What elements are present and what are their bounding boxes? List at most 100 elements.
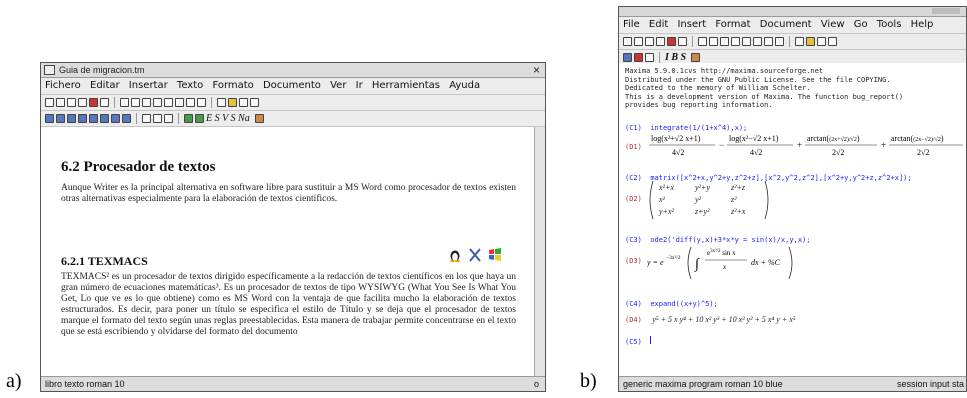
image-icon[interactable] <box>806 37 815 46</box>
split-icon[interactable] <box>645 53 654 62</box>
interrupt-icon[interactable] <box>634 53 643 62</box>
panel-label-b: b) <box>580 370 597 392</box>
copy-icon[interactable] <box>709 37 718 46</box>
pen-icon[interactable] <box>817 37 826 46</box>
menu-ver[interactable]: Ver <box>330 80 346 91</box>
input-prompt: (C4) <box>625 300 642 308</box>
menu-help[interactable]: Help <box>911 19 934 30</box>
input-expression[interactable]: expand((x+y)^5); <box>650 300 717 308</box>
replace-icon[interactable] <box>164 98 173 107</box>
text-cursor <box>650 335 652 344</box>
toolbar-separator <box>178 113 179 124</box>
open-icon[interactable] <box>634 37 643 46</box>
print-icon[interactable] <box>78 98 87 107</box>
frame-icon[interactable] <box>828 37 837 46</box>
table-format-icon[interactable] <box>195 114 204 123</box>
new-document-icon[interactable] <box>45 98 54 107</box>
paragraph-icon[interactable] <box>78 114 87 123</box>
numbered-list-icon[interactable] <box>153 114 162 123</box>
menu-fichero[interactable]: Fichero <box>45 80 81 91</box>
subsection-heading: 6.2.1 TEXMACS <box>61 254 148 268</box>
svg-text:x: x <box>722 263 727 271</box>
menu-insertar[interactable]: Insertar <box>129 80 168 91</box>
menu-format[interactable]: Format <box>715 19 750 30</box>
menu-bar: Fichero Editar Insertar Texto Formato Do… <box>41 78 545 95</box>
close-document-icon[interactable] <box>100 98 109 107</box>
menu-document[interactable]: Document <box>760 19 812 30</box>
menu-edit[interactable]: Edit <box>649 19 668 30</box>
toolbar-separator <box>136 113 137 124</box>
insert-icon[interactable] <box>184 114 193 123</box>
style-icon[interactable] <box>45 114 54 123</box>
close-icon[interactable]: × <box>533 63 540 77</box>
input-line-c5[interactable]: (C5) <box>625 331 652 349</box>
cut-icon[interactable] <box>698 37 707 46</box>
align-left-icon[interactable] <box>89 114 98 123</box>
menu-file[interactable]: File <box>623 19 640 30</box>
stop-icon[interactable] <box>667 37 676 46</box>
menu-texto[interactable]: Texto <box>177 80 203 91</box>
table-icon[interactable] <box>217 98 226 107</box>
matrix-cell: y+x² <box>658 207 675 216</box>
menu-documento[interactable]: Documento <box>263 80 321 91</box>
paste-icon[interactable] <box>142 98 151 107</box>
cut-icon[interactable] <box>120 98 129 107</box>
copy-icon[interactable] <box>131 98 140 107</box>
font-style-buttons[interactable]: I B S <box>665 52 686 63</box>
font-style-buttons[interactable]: E S V S Na <box>206 113 250 124</box>
matrix-cell: y² <box>694 195 702 204</box>
bullet-list-icon[interactable] <box>142 114 151 123</box>
paste-icon[interactable] <box>720 37 729 46</box>
align-center-icon[interactable] <box>100 114 109 123</box>
output-label: (D3) <box>625 257 642 265</box>
save-icon[interactable] <box>645 37 654 46</box>
print-icon[interactable] <box>656 37 665 46</box>
indent-icon[interactable] <box>164 114 173 123</box>
svg-text:arctan((2x+√2)/√2): arctan((2x+√2)/√2) <box>807 134 860 143</box>
align-right-icon[interactable] <box>111 114 120 123</box>
subsection-icon[interactable] <box>67 114 76 123</box>
status-right: o <box>533 379 539 389</box>
find-icon[interactable] <box>731 37 740 46</box>
redo-icon[interactable] <box>775 37 784 46</box>
replace-icon[interactable] <box>742 37 751 46</box>
pen-icon[interactable] <box>239 98 248 107</box>
close-document-icon[interactable] <box>678 37 687 46</box>
menu-editar[interactable]: Editar <box>90 80 120 91</box>
session-icon[interactable] <box>623 53 632 62</box>
menu-herramientas[interactable]: Herramientas <box>372 80 440 91</box>
menu-ayuda[interactable]: Ayuda <box>449 80 480 91</box>
menu-tools[interactable]: Tools <box>877 19 902 30</box>
save-icon[interactable] <box>67 98 76 107</box>
find-icon[interactable] <box>153 98 162 107</box>
spell-icon[interactable] <box>175 98 184 107</box>
frame-icon[interactable] <box>250 98 259 107</box>
new-document-icon[interactable] <box>623 37 632 46</box>
stop-icon[interactable] <box>89 98 98 107</box>
session-area[interactable]: Maxima 5.9.0.1cvs http://maxima.sourcefo… <box>619 63 966 377</box>
undo-icon[interactable] <box>186 98 195 107</box>
maxima-banner: Maxima 5.9.0.1cvs http://maxima.sourcefo… <box>625 67 904 109</box>
color-icon[interactable] <box>254 114 264 123</box>
section-icon[interactable] <box>56 114 65 123</box>
open-icon[interactable] <box>56 98 65 107</box>
spell-icon[interactable] <box>753 37 762 46</box>
matrix-cell: z² <box>730 195 737 204</box>
document-area[interactable]: 6.2 Procesador de textos Aunque Writer e… <box>41 127 535 377</box>
menu-view[interactable]: View <box>821 19 845 30</box>
table-icon[interactable] <box>795 37 804 46</box>
window-menu-icon[interactable] <box>44 65 55 75</box>
vertical-scrollbar[interactable] <box>534 127 545 377</box>
justify-icon[interactable] <box>122 114 131 123</box>
window-controls[interactable] <box>932 8 960 14</box>
matrix-cell: z²+z <box>730 183 746 192</box>
menu-go[interactable]: Go <box>854 19 868 30</box>
redo-icon[interactable] <box>197 98 206 107</box>
image-icon[interactable] <box>228 98 237 107</box>
menu-formato[interactable]: Formato <box>212 80 253 91</box>
svg-text:y = e: y = e <box>647 258 664 267</box>
menu-ir[interactable]: Ir <box>356 80 363 91</box>
undo-icon[interactable] <box>764 37 773 46</box>
menu-insert[interactable]: Insert <box>677 19 706 30</box>
color-icon[interactable] <box>691 53 701 62</box>
